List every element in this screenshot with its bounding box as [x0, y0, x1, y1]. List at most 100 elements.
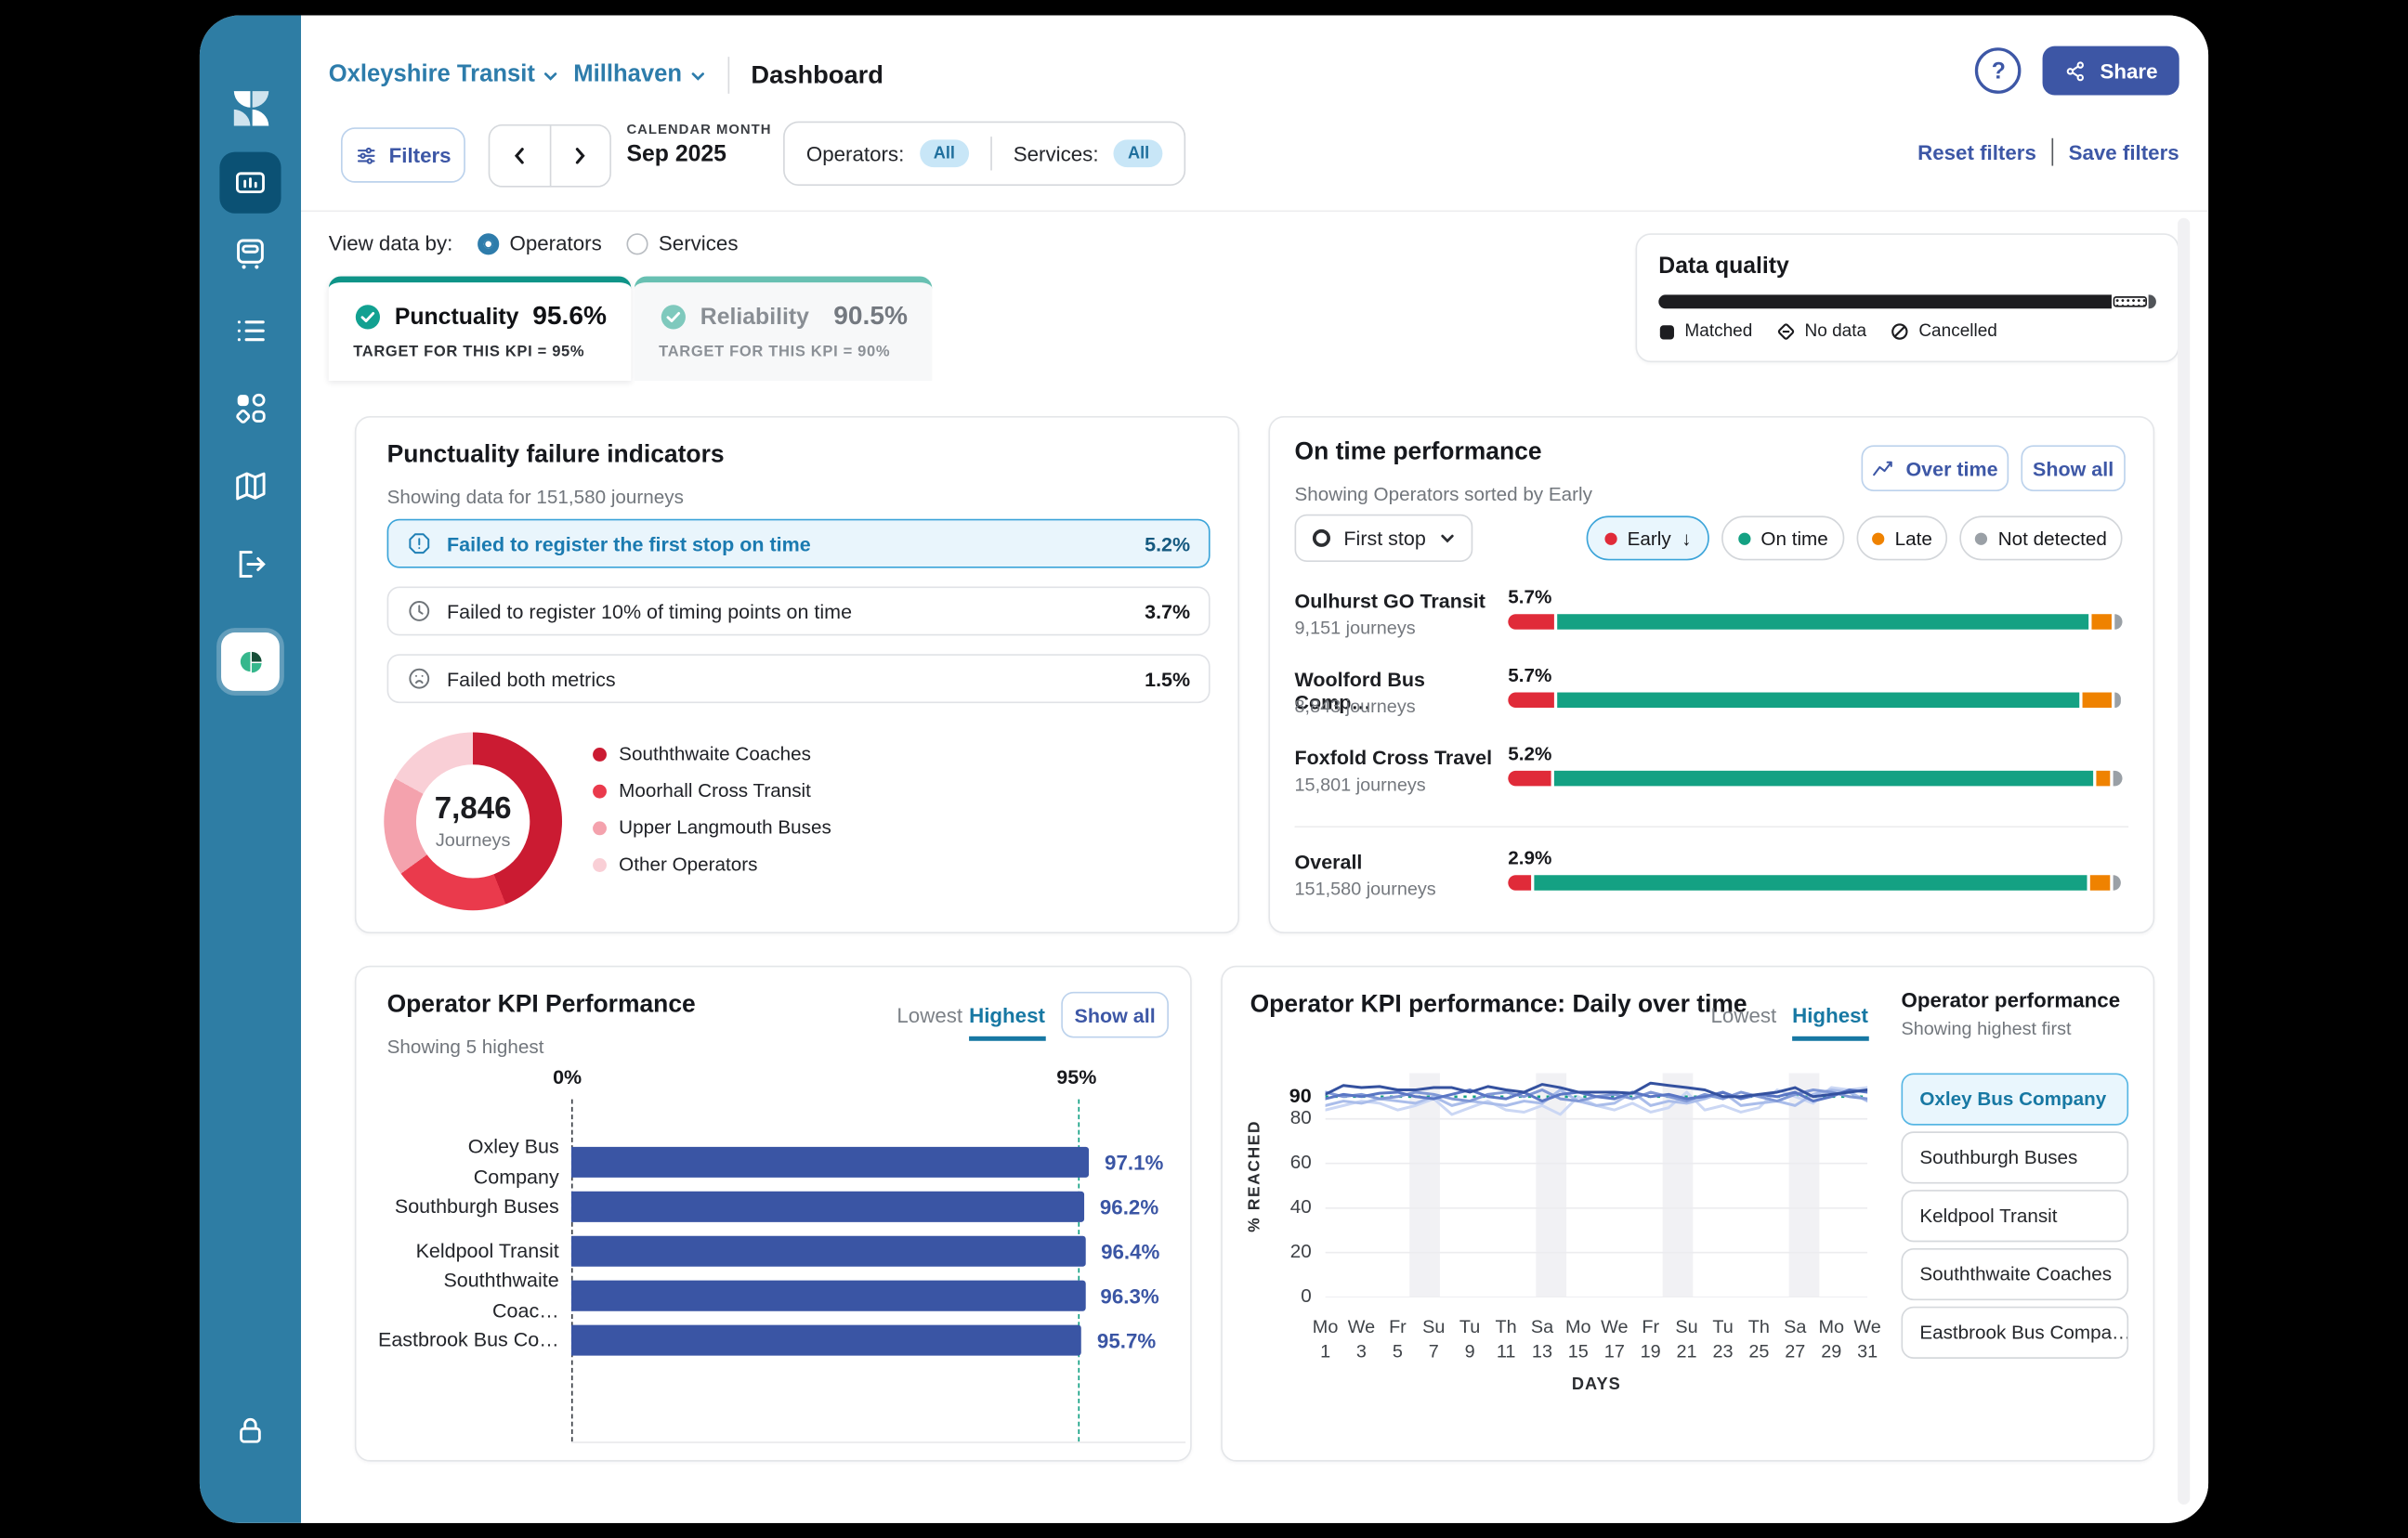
tab-punctuality-target: TARGET FOR THIS KPI = 95% [353, 344, 607, 360]
chip-on-time[interactable]: On time [1721, 515, 1844, 560]
kpi-show-all-button[interactable]: Show all [1061, 992, 1169, 1038]
legend-cancelled: Cancelled [1891, 322, 1997, 341]
bar-label: Southburgh Buses [378, 1192, 559, 1222]
scrollbar[interactable] [2178, 218, 2190, 1505]
legend-label: Souththwaite Coaches [619, 743, 811, 764]
legend-dot [593, 784, 607, 798]
sidebar-item-export[interactable] [231, 545, 269, 583]
x-axis-label: DAYS [1326, 1375, 1868, 1394]
stop-filter-value: First stop [1343, 527, 1425, 550]
bar-value: 96.2% [1100, 1195, 1158, 1219]
operator-button-keldpool[interactable]: Keldpool Transit [1901, 1190, 2128, 1242]
next-month-button[interactable] [551, 126, 610, 186]
stop-filter-dropdown[interactable]: First stop [1295, 515, 1473, 562]
operator-name: Foxfold Cross Travel [1295, 746, 1498, 769]
operator-journeys: 15,801 journeys [1295, 774, 1426, 795]
data-quality-bar [1658, 294, 2156, 308]
kpi-highest-toggle[interactable]: Highest [969, 1004, 1045, 1041]
early-dot [1604, 532, 1616, 544]
dq-seg-cancelled [2149, 294, 2156, 308]
sidebar-item-map[interactable] [231, 467, 269, 505]
failure-row-first-stop[interactable]: Failed to register the first stop on tim… [387, 519, 1211, 568]
bar [571, 1192, 1084, 1222]
chip-late[interactable]: Late [1857, 515, 1948, 560]
matched-swatch-icon [1658, 323, 1675, 340]
radio-operators[interactable]: Operators [478, 232, 602, 255]
tab-punctuality-label: Punctuality [395, 303, 519, 329]
chip-not-detected[interactable]: Not detected [1959, 515, 2122, 560]
daily-lines-svg [1326, 1073, 1868, 1297]
operators-filter-value: All [920, 139, 969, 167]
daily-highest-toggle[interactable]: Highest [1792, 1004, 1868, 1041]
tab-reliability[interactable]: Reliability 90.5% TARGET FOR THIS KPI = … [635, 277, 933, 381]
operator-button-eastbrook[interactable]: Eastbrook Bus Compa… [1901, 1307, 2128, 1359]
radio-services[interactable]: Services [626, 232, 738, 255]
active-filters-summary[interactable]: Operators: All Services: All [783, 122, 1186, 186]
sidebar-item-list[interactable] [231, 312, 269, 350]
link-divider [2051, 138, 2053, 166]
daily-lowest-toggle[interactable]: Lowest [1711, 1004, 1777, 1027]
legend-cancelled-label: Cancelled [1918, 322, 1997, 341]
bar-value: 95.7% [1097, 1329, 1156, 1352]
operator-button-southburgh[interactable]: Southburgh Buses [1901, 1131, 2128, 1183]
view-data-by: View data by: Operators Services [329, 232, 739, 255]
over-time-button[interactable]: Over time [1862, 445, 2009, 491]
otp-segment [1554, 771, 2093, 787]
otp-title: On time performance [1295, 439, 1542, 467]
otp-show-all-button[interactable]: Show all [2021, 445, 2125, 491]
y-tick: 90 [1289, 1085, 1312, 1109]
region-selector[interactable]: Millhaven [573, 61, 706, 89]
on-time-performance-card: On time performance Showing Operators so… [1268, 416, 2154, 933]
failure-row-timing-points[interactable]: Failed to register 10% of timing points … [387, 586, 1211, 635]
prev-month-button[interactable] [490, 126, 550, 186]
radio-services-label: Services [659, 232, 739, 255]
cancelled-icon [1891, 322, 1910, 341]
bar-label: Souththwaite Coac… [378, 1265, 559, 1326]
overall-label: Overall [1295, 851, 1498, 874]
filters-button[interactable]: Filters [341, 127, 465, 183]
sidebar-item-components[interactable] [231, 388, 269, 426]
legend-dot [593, 821, 607, 835]
otp-segment [2114, 771, 2122, 787]
filters-label: Filters [389, 144, 452, 167]
reset-filters-link[interactable]: Reset filters [1917, 140, 2036, 163]
sidebar-item-lock[interactable] [232, 1413, 269, 1450]
x-tick: We31 [1846, 1314, 1889, 1363]
radio-unselected-icon [626, 232, 648, 254]
sidebar-item-vehicles[interactable] [231, 233, 269, 271]
operator-button-oxley[interactable]: Oxley Bus Company [1901, 1073, 2128, 1125]
sidebar-item-dashboard[interactable] [219, 152, 281, 214]
donut-center: 7,846 Journeys [416, 764, 530, 878]
failure-row-label: Failed to register 10% of timing points … [447, 600, 852, 623]
y-tick: 20 [1290, 1240, 1312, 1264]
failure-row-both-metrics[interactable]: Failed both metrics 1.5% [387, 654, 1211, 703]
chip-not-detected-label: Not detected [1998, 528, 2107, 549]
legend-label: Other Operators [619, 854, 757, 875]
filter-sliders-icon [355, 144, 378, 167]
chip-early[interactable]: Early ↓ [1587, 515, 1709, 560]
sidebar-item-app-shortcut[interactable] [221, 632, 280, 691]
legend-dot [593, 857, 607, 871]
early-percent: 5.7% [1508, 665, 1551, 686]
chart-baseline [571, 1441, 1185, 1443]
region-name: Millhaven [573, 61, 682, 89]
logout-icon [231, 545, 269, 583]
bar-value: 96.3% [1100, 1284, 1158, 1308]
header-actions: ? Share [1976, 46, 2179, 96]
share-label: Share [2100, 59, 2158, 83]
daily-card-title: Operator KPI performance: Daily over tim… [1250, 992, 1747, 1020]
kpi-lowest-toggle[interactable]: Lowest [896, 1004, 962, 1027]
early-percent: 5.7% [1508, 586, 1551, 607]
tab-punctuality[interactable]: Punctuality 95.6% TARGET FOR THIS KPI = … [329, 277, 632, 381]
alert-octagon-icon [407, 531, 431, 555]
sad-face-icon [407, 666, 431, 690]
otp-divider [1295, 826, 2129, 828]
share-button[interactable]: Share [2043, 46, 2179, 96]
operator-kpi-card: Operator KPI Performance Showing 5 highe… [355, 966, 1192, 1462]
otp-row: Woolford Bus Comp… 8,843 journeys 5.7% [1295, 665, 2132, 736]
save-filters-link[interactable]: Save filters [2069, 140, 2179, 163]
org-selector[interactable]: Oxleyshire Transit [329, 61, 560, 89]
help-button[interactable]: ? [1976, 47, 2022, 94]
failure-card-title: Punctuality failure indicators [387, 442, 725, 470]
operator-button-souththwaite[interactable]: Souththwaite Coaches [1901, 1248, 2128, 1300]
